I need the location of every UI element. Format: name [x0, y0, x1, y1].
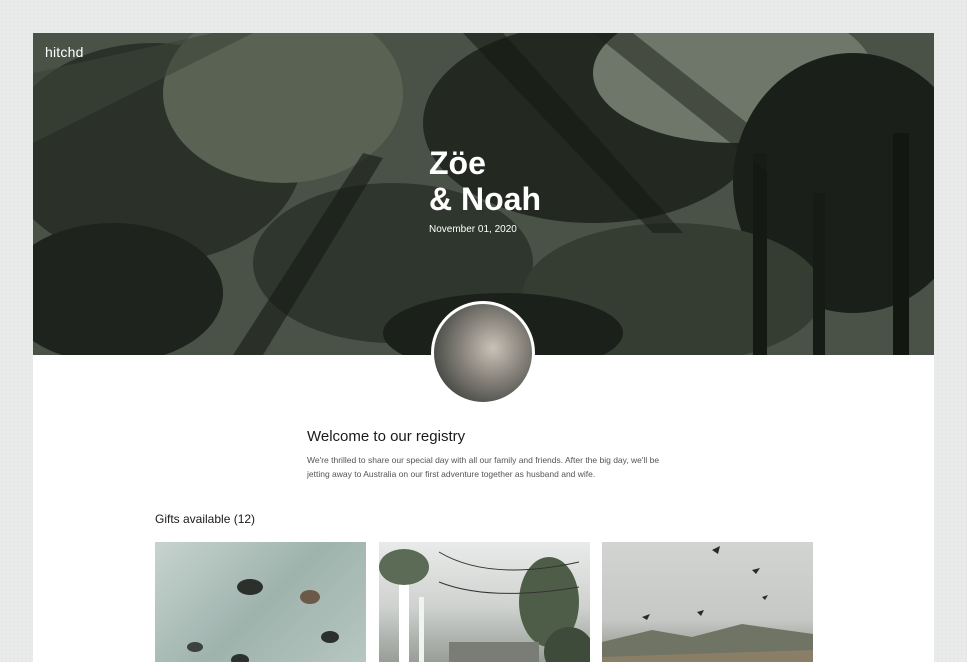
gift-card[interactable]	[602, 542, 813, 662]
patio-garden-photo	[379, 549, 590, 662]
couple-names: Zöe & Noah	[429, 145, 541, 217]
name-line-1: Zöe	[429, 145, 486, 181]
kites-mountains-photo	[602, 546, 813, 662]
couple-avatar	[431, 301, 535, 405]
welcome-title: Welcome to our registry	[307, 428, 466, 445]
stingrays-ocean-photo	[187, 579, 339, 662]
name-line-2: & Noah	[429, 181, 541, 217]
welcome-text: We're thrilled to share our special day …	[307, 455, 660, 479]
gift-card[interactable]	[379, 542, 590, 662]
gift-card[interactable]	[155, 542, 366, 662]
wedding-date: November 01, 2020	[429, 224, 517, 235]
gifts-count-heading: Gifts available (12)	[155, 512, 256, 526]
hitchd-logo[interactable]: hitchd	[45, 44, 84, 60]
registry-page: hitchd Zöe & Noah November 01, 2020 Welc…	[33, 33, 934, 662]
